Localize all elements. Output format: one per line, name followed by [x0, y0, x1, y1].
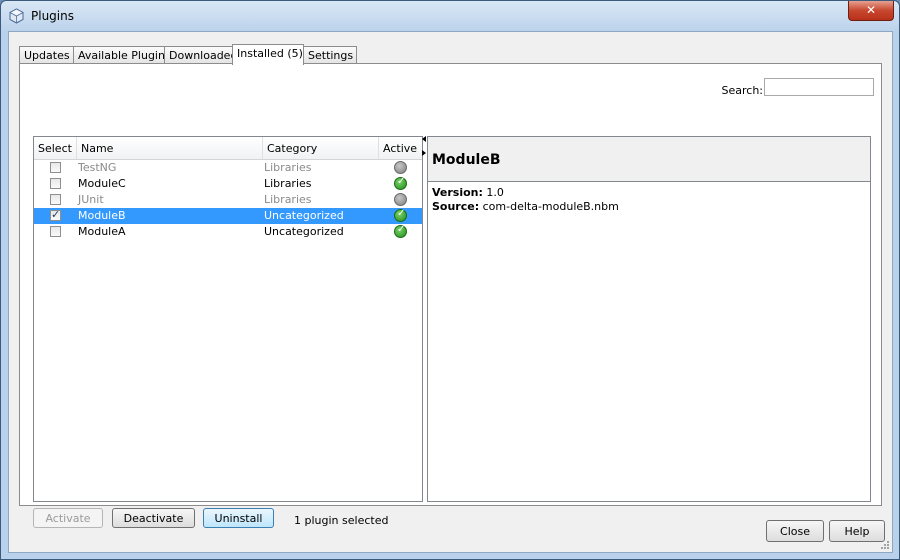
close-icon: ✕ [865, 3, 877, 17]
search-label: Search: [721, 84, 764, 97]
details-body: Version: 1.0 Source: com-delta-moduleB.n… [432, 186, 619, 214]
plugins-table: Select Name Category Active TestNG Librar… [33, 136, 423, 502]
plugin-name: TestNG [78, 161, 117, 174]
table-row[interactable]: ModuleC Libraries ✓ [34, 176, 422, 192]
plugin-category: Libraries [264, 177, 312, 190]
close-button[interactable]: Close [766, 520, 824, 542]
column-header-category[interactable]: Category [263, 137, 379, 159]
tab-downloaded[interactable]: Downloaded [164, 46, 237, 64]
checkmark-icon: ✓ [51, 208, 61, 221]
table-row[interactable]: ✓ ModuleB Uncategorized ✓ [34, 208, 422, 224]
source-value: com-delta-moduleB.nbm [479, 200, 619, 213]
window-title: Plugins [31, 9, 74, 23]
plugin-cube-icon [9, 8, 24, 24]
tab-settings[interactable]: Settings [303, 46, 357, 64]
version-value: 1.0 [482, 186, 504, 199]
checkmark-circle-icon: ✓ [394, 224, 407, 238]
title-bar[interactable]: Plugins ✕ [1, 1, 899, 31]
version-label: Version: [432, 186, 483, 199]
source-label: Source: [432, 200, 480, 213]
plugin-name: ModuleC [78, 177, 126, 190]
column-header-select[interactable]: Select [34, 137, 77, 159]
plugin-name: ModuleB [78, 209, 126, 222]
details-title: ModuleB [432, 152, 501, 168]
table-row[interactable]: ModuleA Uncategorized ✓ [34, 224, 422, 240]
splitter-arrows-icon[interactable] [422, 136, 426, 156]
column-header-name[interactable]: Name [77, 137, 263, 159]
window-close-button[interactable]: ✕ [848, 1, 894, 21]
checkmark-circle-icon: ✓ [394, 176, 407, 190]
plugins-window: Plugins ✕ Updates Available Plugins Down… [0, 0, 900, 560]
table-row[interactable]: JUnit Libraries [34, 192, 422, 208]
tab-available-plugins[interactable]: Available Plugins [73, 46, 171, 64]
plugin-category: Uncategorized [264, 225, 344, 238]
select-checkbox[interactable] [50, 194, 61, 205]
source-line: Source: com-delta-moduleB.nbm [432, 200, 619, 214]
details-header: ModuleB [428, 137, 870, 182]
plugin-category: Libraries [264, 193, 312, 206]
tab-updates[interactable]: Updates [19, 46, 74, 64]
version-line: Version: 1.0 [432, 186, 619, 200]
uninstall-button[interactable]: Uninstall [203, 508, 274, 528]
activate-button[interactable]: Activate [33, 508, 103, 528]
help-button[interactable]: Help [829, 520, 885, 542]
plugin-name: JUnit [78, 193, 104, 206]
installed-panel: Search: Select Name Category Active Test… [19, 63, 882, 528]
plugin-category: Libraries [264, 161, 312, 174]
select-checkbox[interactable] [50, 178, 61, 189]
search-input[interactable] [764, 78, 874, 96]
selection-status: 1 plugin selected [294, 514, 389, 527]
plugin-details-pane: ModuleB Version: 1.0 Source: com-delta-m… [427, 136, 871, 502]
tab-installed[interactable]: Installed (5) [232, 44, 304, 65]
plugin-category: Uncategorized [264, 209, 344, 222]
table-row[interactable]: TestNG Libraries [34, 160, 422, 176]
select-checkbox[interactable]: ✓ [50, 208, 61, 221]
table-header: Select Name Category Active [34, 137, 422, 160]
column-header-active[interactable]: Active [379, 137, 422, 159]
resize-grip-icon[interactable] [880, 540, 890, 550]
gray-circle-icon [394, 193, 407, 206]
plugin-name: ModuleA [78, 225, 126, 238]
select-checkbox[interactable] [50, 226, 61, 237]
dialog-content: Updates Available Plugins Downloaded Ins… [8, 31, 893, 553]
gray-circle-icon [394, 161, 407, 174]
select-checkbox[interactable] [50, 162, 61, 173]
deactivate-button[interactable]: Deactivate [112, 508, 195, 528]
checkmark-circle-icon: ✓ [394, 208, 407, 222]
